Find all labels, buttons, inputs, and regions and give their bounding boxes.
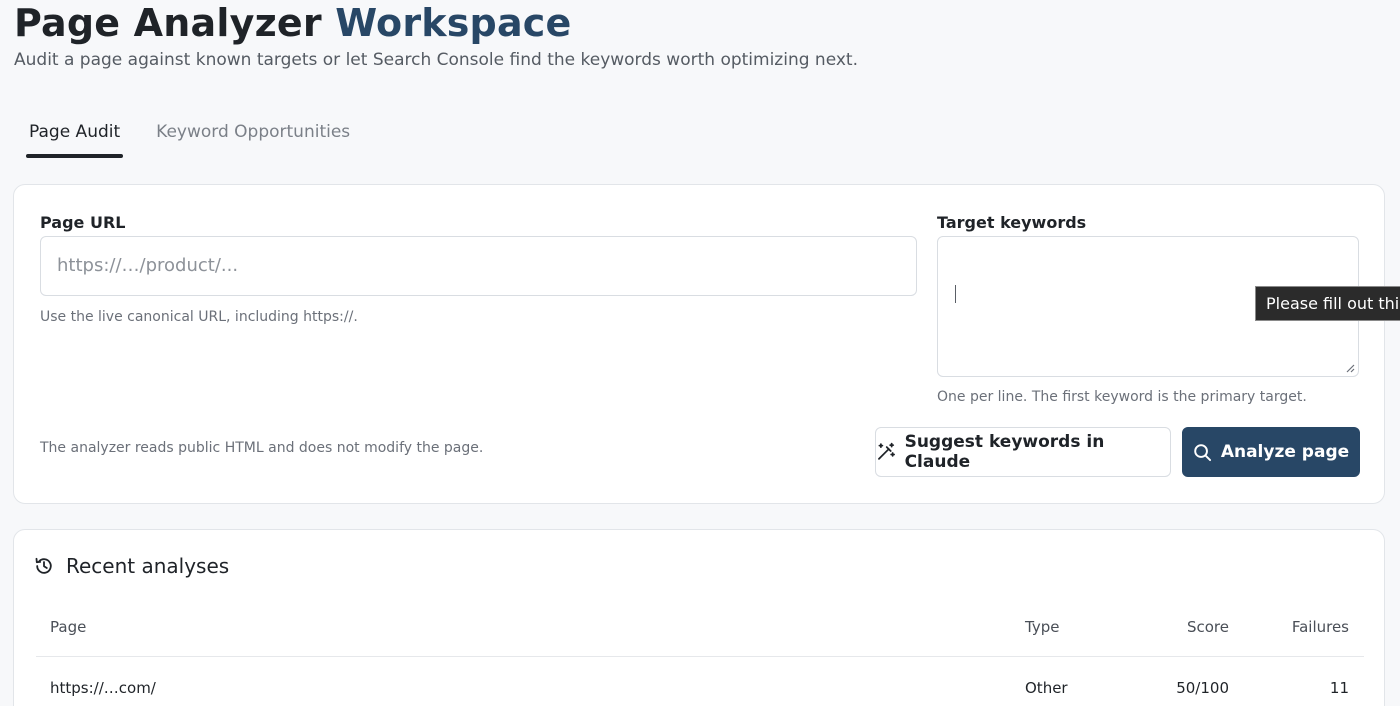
row-score: 50/100 — [1176, 679, 1229, 697]
page-url-placeholder: https://…/product/... — [57, 255, 239, 276]
analyzer-note: The analyzer reads public HTML and does … — [40, 440, 484, 456]
page-url-input[interactable]: https://…/product/... — [40, 236, 917, 296]
page-subtitle: Audit a page against known targets or le… — [14, 50, 858, 70]
column-header-type: Type — [1025, 618, 1060, 636]
table-divider — [36, 656, 1364, 657]
resize-handle-icon[interactable] — [1345, 363, 1355, 373]
recent-analyses-title: Recent analyses — [66, 554, 230, 578]
column-header-score: Score — [1186, 618, 1229, 636]
magic-wand-icon — [878, 442, 895, 460]
recent-analyses-header: Recent analyses — [34, 554, 229, 578]
column-header-failures: Failures — [1291, 618, 1349, 636]
analyze-page-label: Analyze page — [1220, 442, 1350, 462]
suggest-keywords-label: Suggest keywords in Claude — [904, 432, 1105, 472]
text-caret — [955, 285, 956, 303]
validation-tooltip: Please fill out this — [1255, 286, 1400, 321]
page-header: Page Analyzer Workspace Audit a page aga… — [14, 0, 858, 72]
search-icon — [1194, 443, 1211, 461]
history-icon — [35, 557, 52, 574]
page-url-help: Use the live canonical URL, including ht… — [40, 309, 358, 325]
page-url-label: Page URL — [40, 213, 126, 232]
row-type: Other — [1025, 679, 1068, 697]
tab-bar: Page Audit Keyword Opportunities — [26, 116, 353, 158]
tab-keyword-opportunities[interactable]: Keyword Opportunities — [153, 116, 353, 156]
target-keywords-label: Target keywords — [937, 213, 1087, 232]
row-page-url[interactable]: https://…com/ — [50, 679, 156, 697]
recent-analyses-card: Recent analyses Page Type Score Failures… — [13, 529, 1385, 706]
page-title: Page Analyzer Workspace — [14, 0, 858, 46]
suggest-keywords-button[interactable]: Suggest keywords in Claude — [875, 427, 1171, 477]
page-title-accent: Workspace — [335, 1, 572, 45]
page-audit-card: Page URL https://…/product/... Use the l… — [13, 184, 1385, 504]
tab-page-audit[interactable]: Page Audit — [26, 116, 124, 158]
row-failures: 11 — [1329, 679, 1349, 697]
column-header-page: Page — [50, 618, 87, 636]
analyze-page-button[interactable]: Analyze page — [1182, 427, 1360, 477]
page-title-main: Page Analyzer — [14, 1, 322, 45]
target-keywords-help: One per line. The first keyword is the p… — [937, 389, 1307, 405]
